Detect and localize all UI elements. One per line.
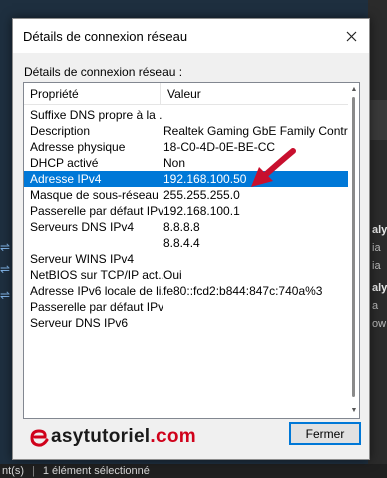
- value-cell: [163, 251, 359, 267]
- section-label: Détails de connexion réseau :: [24, 65, 183, 79]
- column-header-property[interactable]: Propriété: [24, 83, 161, 104]
- title-bar[interactable]: Détails de connexion réseau: [13, 19, 369, 53]
- property-cell: Adresse IPv6 locale de li...: [30, 284, 163, 298]
- scroll-thumb[interactable]: [352, 97, 355, 397]
- network-details-dialog: Détails de connexion réseau Détails de c…: [12, 18, 370, 460]
- dialog-title: Détails de connexion réseau: [23, 29, 188, 44]
- property-cell: Serveurs DNS IPv4: [30, 220, 135, 234]
- easytutoriel-logo: asytutoriel.com: [29, 422, 196, 452]
- table-row[interactable]: Description Realtek Gaming GbE Family Con…: [24, 123, 359, 139]
- table-row[interactable]: Adresse IPv4 192.168.100.50: [24, 171, 359, 187]
- network-icon: ⇌: [0, 262, 11, 276]
- fermer-button[interactable]: Fermer: [289, 422, 361, 445]
- background-window: aly ia ia aly a ow: [368, 0, 387, 478]
- red-arrow-icon: [251, 148, 296, 187]
- table-row[interactable]: Passerelle par défaut IPv4 192.168.100.1: [24, 203, 359, 219]
- details-list[interactable]: Propriété Valeur Suffixe DNS propre à la…: [23, 82, 360, 419]
- value-cell: 192.168.100.1: [163, 204, 240, 218]
- logo-text: asytutoriel.com: [51, 426, 196, 448]
- property-cell: Suffixe DNS propre à la ...: [30, 108, 163, 122]
- background-text: aly: [372, 282, 387, 294]
- chevron-down-icon[interactable]: ▼: [350, 407, 358, 415]
- list-rows: Suffixe DNS propre à la ... Description Re…: [24, 105, 359, 331]
- property-cell: Passerelle par défaut IPv4: [30, 204, 163, 218]
- table-row[interactable]: 8.8.4.4: [24, 235, 359, 251]
- logo-domain: .com: [150, 426, 196, 447]
- background-text: ia: [372, 242, 381, 254]
- property-cell: DHCP activé: [30, 156, 99, 170]
- background-panel: [368, 100, 387, 140]
- list-header: Propriété Valeur: [24, 83, 359, 105]
- background-text: aly: [372, 224, 387, 236]
- property-cell: Adresse IPv4: [30, 172, 102, 186]
- logo-icon: [30, 429, 49, 447]
- property-cell: NetBIOS sur TCP/IP act...: [30, 268, 163, 282]
- network-icon: ⇌: [0, 288, 11, 302]
- table-row[interactable]: Masque de sous-réseau ... 255.255.255.0: [24, 187, 359, 203]
- value-cell: Realtek Gaming GbE Family Controller: [163, 124, 359, 138]
- logo-main: asytutoriel: [51, 426, 151, 447]
- table-row[interactable]: Passerelle par défaut IPv6: [24, 299, 359, 315]
- value-cell: Oui: [163, 268, 182, 282]
- close-icon: [346, 31, 356, 41]
- table-row[interactable]: Adresse IPv6 locale de li... fe80::fcd2:b…: [24, 283, 359, 299]
- background-text: ia: [372, 260, 381, 272]
- table-row[interactable]: Adresse physique 18-C0-4D-0E-BE-CC: [24, 139, 359, 155]
- network-icon: ⇌: [0, 240, 11, 254]
- vertical-scrollbar[interactable]: ▲ ▼: [348, 83, 359, 418]
- background-text: a: [372, 300, 379, 312]
- table-row[interactable]: Serveurs DNS IPv4 8.8.8.8: [24, 219, 359, 235]
- column-header-value[interactable]: Valeur: [161, 83, 359, 104]
- value-cell: fe80::fcd2:b844:847c:740a%3: [163, 284, 323, 298]
- status-text: 1 élément sélectionné: [42, 465, 150, 477]
- status-bar: nt(s) | 1 élément sélectionné: [0, 464, 387, 478]
- value-cell: 8.8.8.8: [163, 220, 200, 234]
- chevron-up-icon[interactable]: ▲: [350, 86, 358, 94]
- property-cell: Serveur DNS IPv6: [30, 316, 129, 330]
- value-cell: [163, 299, 359, 315]
- property-cell: Passerelle par défaut IPv6: [30, 300, 163, 314]
- table-row[interactable]: Serveur WINS IPv4: [24, 251, 359, 267]
- property-cell: Masque de sous-réseau ...: [30, 188, 163, 202]
- background-text: ow: [372, 318, 387, 330]
- value-cell: [163, 107, 359, 123]
- status-text: nt(s): [2, 465, 24, 477]
- table-row[interactable]: DHCP activé Non: [24, 155, 359, 171]
- property-cell: [24, 235, 163, 251]
- table-row[interactable]: Serveur DNS IPv6: [24, 315, 359, 331]
- property-cell: Serveur WINS IPv4: [30, 252, 135, 266]
- close-button[interactable]: [339, 24, 363, 48]
- property-cell: Adresse physique: [30, 140, 126, 154]
- table-row[interactable]: NetBIOS sur TCP/IP act... Oui: [24, 267, 359, 283]
- value-cell: [163, 315, 359, 331]
- value-cell: 8.8.4.4: [163, 236, 200, 250]
- table-row[interactable]: Suffixe DNS propre à la ...: [24, 107, 359, 123]
- property-cell: Description: [30, 124, 91, 138]
